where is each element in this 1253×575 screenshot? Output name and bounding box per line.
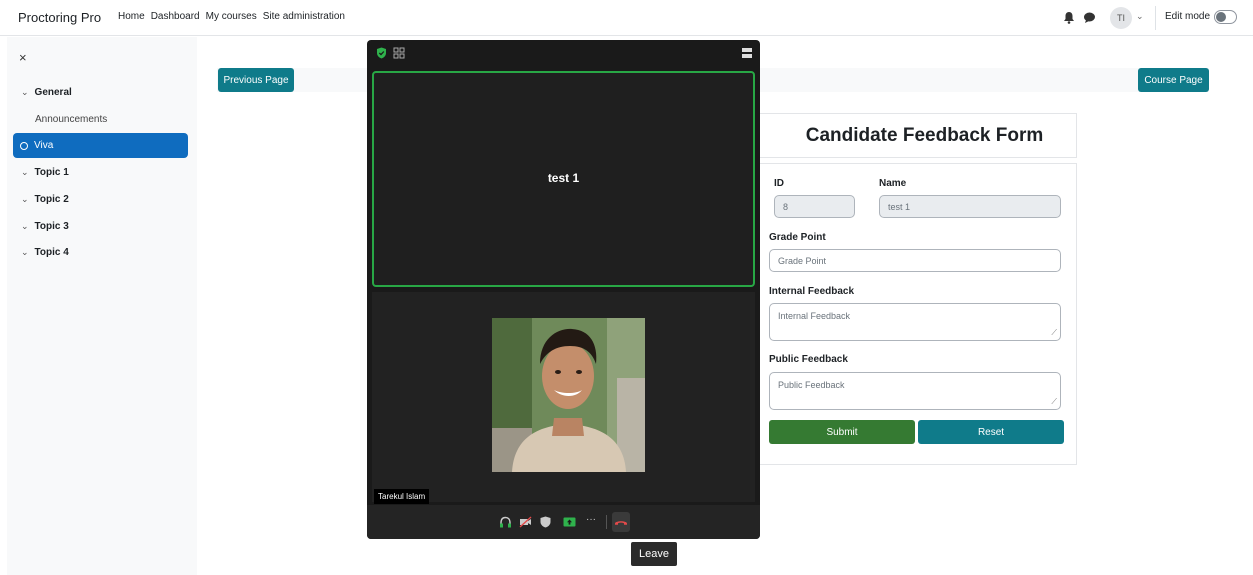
nav-my-courses[interactable]: My courses [206,11,257,22]
grade-point-input[interactable]: Grade Point [769,249,1061,272]
site-brand[interactable]: Proctoring Pro [18,10,101,25]
section-topic-1[interactable]: ⌄ Topic 1 [21,167,69,178]
layout-menu-icon[interactable] [742,48,752,58]
nav-home[interactable]: Home [118,11,145,22]
grade-point-label: Grade Point [769,232,826,243]
nav-site-administration[interactable]: Site administration [263,11,345,22]
shield-check-icon[interactable] [539,516,552,528]
chevron-down-icon: ⌄ [21,194,29,204]
reset-button[interactable]: Reset [918,420,1064,444]
self-video-tile[interactable] [372,292,755,502]
section-topic-2[interactable]: ⌄ Topic 2 [21,194,69,205]
phone-hangup-icon [615,521,627,525]
resize-grip-icon[interactable]: ⟋ [1051,397,1057,407]
nav-dashboard[interactable]: Dashboard [151,11,200,22]
toolbar-divider [606,515,607,529]
name-field[interactable]: test 1 [879,195,1061,218]
submit-button[interactable]: Submit [769,420,915,444]
call-header [367,40,760,67]
video-call-window[interactable]: test 1 Tarekul Islam ··· [367,40,760,539]
notification-bell-icon[interactable] [1063,11,1075,24]
top-navbar: Proctoring Pro Home Dashboard My courses… [0,0,1253,36]
previous-page-button[interactable]: Previous Page [218,68,294,92]
resize-grip-icon[interactable]: ⟋ [1051,328,1057,338]
internal-feedback-label: Internal Feedback [769,286,855,297]
call-toolbar: ··· [367,505,760,539]
edit-mode-toggle[interactable] [1214,10,1237,24]
course-item-label: Viva [34,140,54,151]
chevron-down-icon: ⌄ [21,247,29,257]
user-avatar[interactable]: TI [1110,7,1132,29]
course-page-button[interactable]: Course Page [1138,68,1209,92]
self-name-tag: Tarekul Islam [374,489,430,504]
form-title-card: Candidate Feedback Form [752,113,1077,158]
section-label: Topic 2 [34,194,69,205]
gallery-grid-icon[interactable] [393,47,405,59]
close-drawer-icon[interactable]: × [19,50,27,65]
camera-off-icon[interactable] [519,516,532,528]
textarea-placeholder: Public Feedback [778,380,845,390]
navbar-divider [1155,6,1156,30]
messages-chat-icon[interactable] [1083,11,1096,24]
section-topic-4[interactable]: ⌄ Topic 4 [21,247,69,258]
section-label: General [34,87,72,98]
share-screen-icon[interactable] [563,516,576,528]
edit-mode-label: Edit mode [1165,11,1211,22]
more-options-icon[interactable]: ··· [586,514,596,525]
active-speaker-tile[interactable]: test 1 [372,71,755,287]
headphones-icon[interactable] [499,516,512,528]
course-item-announcements[interactable]: Announcements [35,114,107,125]
id-label: ID [774,178,784,189]
leave-tooltip: Leave [631,542,677,566]
name-label: Name [879,178,907,189]
section-topic-3[interactable]: ⌄ Topic 3 [21,221,69,232]
textarea-placeholder: Internal Feedback [778,311,851,321]
primary-navigation: Home Dashboard My courses Site administr… [118,11,345,22]
section-label: Topic 4 [34,247,69,258]
section-label: Topic 3 [34,221,69,232]
security-shield-icon[interactable] [376,47,387,59]
chevron-down-icon: ⌄ [21,87,29,97]
course-item-viva-active[interactable]: Viva [13,133,188,158]
user-menu-chevron-down-icon[interactable]: ⌄ [1136,11,1144,22]
participant-name: test 1 [547,171,580,185]
activity-circle-icon [20,141,28,150]
chevron-down-icon: ⌄ [21,167,29,177]
leave-call-button[interactable] [612,512,630,532]
section-label: Topic 1 [34,167,69,178]
chevron-down-icon: ⌄ [21,221,29,231]
internal-feedback-textarea[interactable]: Internal Feedback ⟋ [769,303,1061,341]
section-general[interactable]: ⌄ General [21,87,72,98]
public-feedback-label: Public Feedback [769,354,848,365]
page-title: Candidate Feedback Form [805,124,1044,146]
public-feedback-textarea[interactable]: Public Feedback ⟋ [769,372,1061,410]
participant-video-image [492,318,645,472]
id-field[interactable]: 8 [774,195,855,218]
